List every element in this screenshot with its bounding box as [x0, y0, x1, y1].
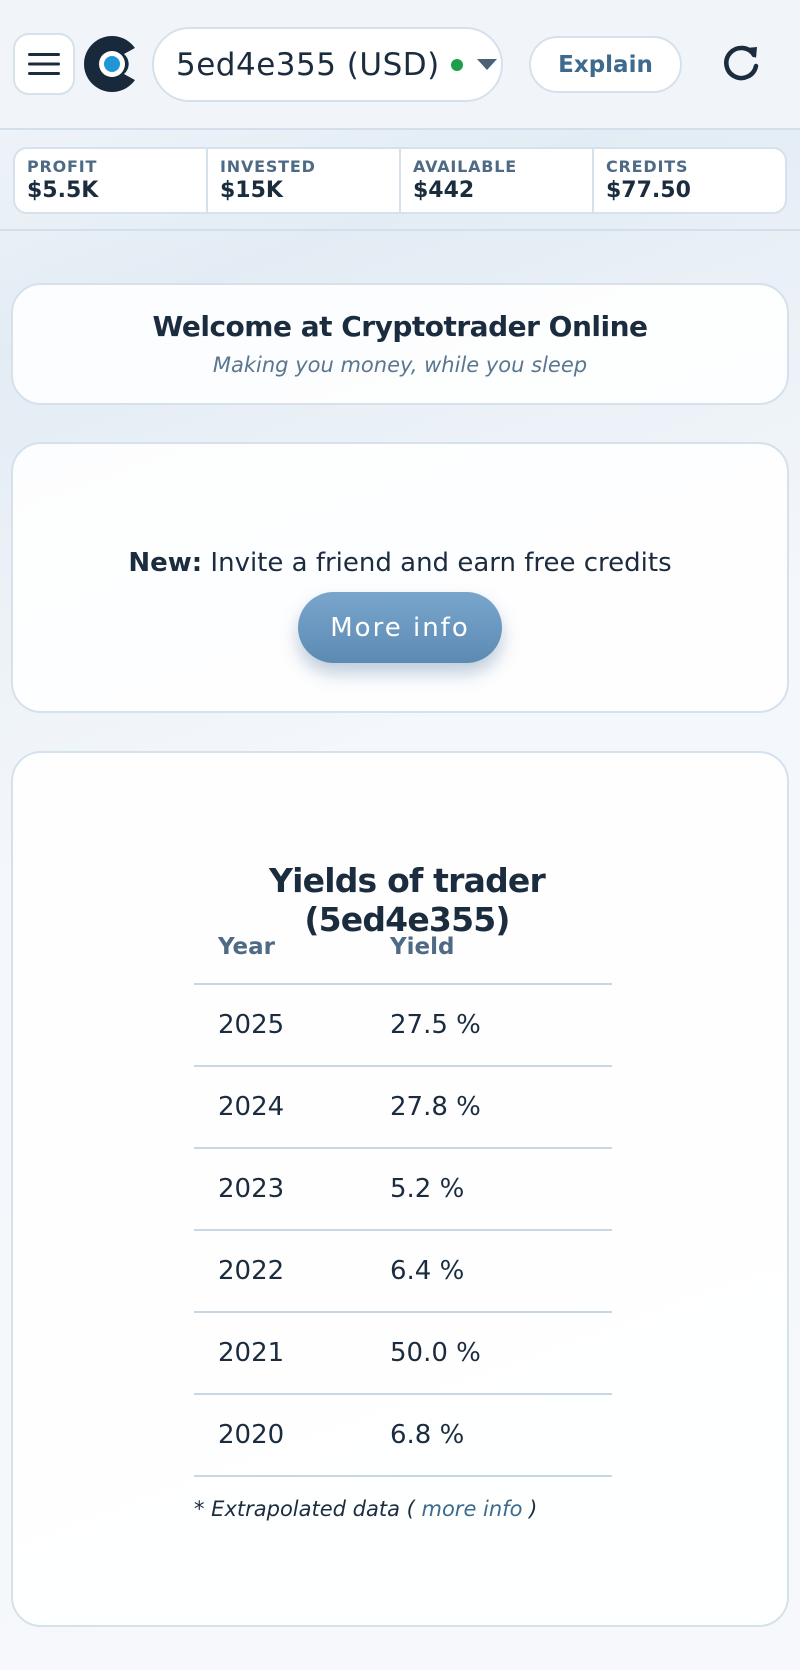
refresh-icon[interactable]: [718, 40, 764, 86]
table-row: 2021 50.0 %: [194, 1313, 612, 1395]
stat-credits: CREDITS $77.50: [592, 149, 785, 212]
yield-cell: 50.0 %: [390, 1338, 481, 1368]
year-cell: 2020: [218, 1420, 285, 1450]
stat-value: $5.5K: [27, 178, 99, 203]
account-label: 5ed4e355 (USD): [176, 46, 440, 83]
table-row: 2020 6.8 %: [194, 1395, 612, 1477]
table-row: 2025 27.5 %: [194, 985, 612, 1067]
stats-bar: PROFIT $5.5K INVESTED $15K AVAILABLE $44…: [13, 147, 787, 214]
year-cell: 2021: [218, 1338, 285, 1368]
top-bar: 5ed4e355 (USD) Explain: [0, 0, 800, 130]
app-logo-icon[interactable]: [84, 36, 140, 92]
status-dot: [450, 58, 463, 71]
year-cell: 2024: [218, 1092, 285, 1122]
column-header-yield: Yield: [390, 933, 455, 960]
year-cell: 2022: [218, 1256, 285, 1286]
stat-label: CREDITS: [606, 157, 689, 176]
stat-label: AVAILABLE: [413, 157, 518, 176]
yield-cell: 6.4 %: [390, 1256, 465, 1286]
stat-value: $15K: [220, 178, 283, 203]
yield-cell: 27.8 %: [390, 1092, 481, 1122]
stat-value: $442: [413, 178, 475, 203]
stat-value: $77.50: [606, 178, 691, 203]
account-selector[interactable]: 5ed4e355 (USD): [152, 27, 503, 102]
stat-profit: PROFIT $5.5K: [15, 149, 206, 212]
table-header: Year Yield: [194, 910, 612, 985]
yield-cell: 27.5 %: [390, 1010, 481, 1040]
footnote-prefix: * Extrapolated data (: [194, 1497, 422, 1521]
year-cell: 2023: [218, 1174, 285, 1204]
yields-card: Yields of trader (5ed4e355) Year Yield 2…: [11, 751, 789, 1627]
welcome-subtitle: Making you money, while you sleep: [212, 353, 588, 377]
stat-invested: INVESTED $15K: [206, 149, 399, 212]
yields-table: Year Yield 2025 27.5 % 2024 27.8 % 2023 …: [194, 910, 612, 1477]
invite-text: New: Invite a friend and earn free credi…: [13, 548, 787, 578]
column-header-year: Year: [218, 933, 276, 960]
menu-button[interactable]: [13, 33, 75, 95]
chevron-down-icon: [476, 59, 497, 70]
invite-prefix: New:: [128, 548, 203, 578]
divider: [0, 229, 800, 231]
invite-message: Invite a friend and earn free credits: [202, 548, 672, 578]
stat-label: PROFIT: [27, 157, 98, 176]
welcome-title: Welcome at Cryptotrader Online: [152, 310, 648, 343]
footnote: * Extrapolated data ( more info ): [194, 1497, 537, 1521]
table-row: 2022 6.4 %: [194, 1231, 612, 1313]
yield-cell: 6.8 %: [390, 1420, 465, 1450]
footnote-suffix: ): [522, 1497, 538, 1521]
stat-available: AVAILABLE $442: [399, 149, 592, 212]
footnote-more-info-link[interactable]: more info: [422, 1497, 523, 1521]
table-row: 2024 27.8 %: [194, 1067, 612, 1149]
yield-cell: 5.2 %: [390, 1174, 465, 1204]
welcome-card: Welcome at Cryptotrader Online Making yo…: [11, 283, 789, 405]
more-info-button[interactable]: More info: [298, 592, 502, 663]
hamburger-menu-icon: [28, 53, 60, 75]
table-row: 2023 5.2 %: [194, 1149, 612, 1231]
invite-card: New: Invite a friend and earn free credi…: [11, 442, 789, 713]
year-cell: 2025: [218, 1010, 285, 1040]
explain-button[interactable]: Explain: [529, 36, 682, 93]
stat-label: INVESTED: [220, 157, 316, 176]
